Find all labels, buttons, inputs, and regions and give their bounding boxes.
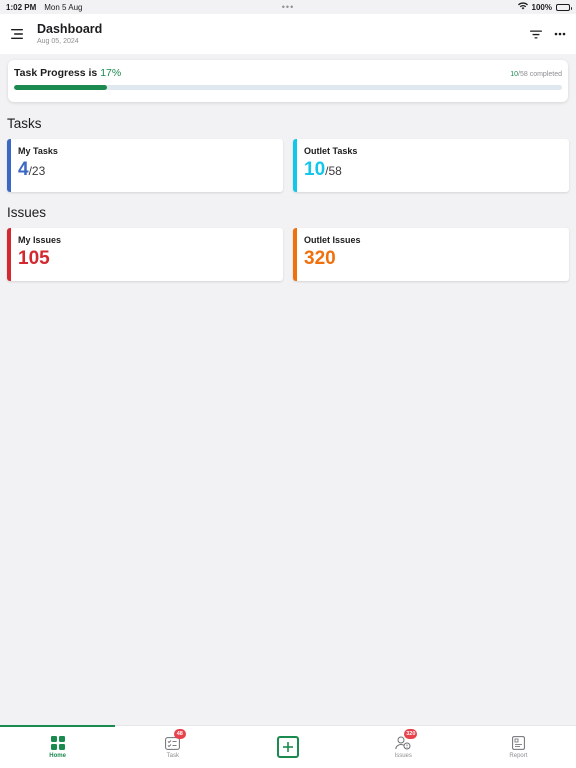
card-total: /23: [28, 164, 46, 178]
status-bar: 1:02 PM Mon 5 Aug ••• 100%: [0, 0, 576, 14]
menu-icon: [11, 29, 23, 39]
wifi-icon: [517, 2, 528, 12]
report-icon: [510, 735, 526, 751]
bottom-tab-bar: Home 48 Task 320 Issues Report: [0, 725, 576, 768]
task-progress-card[interactable]: Task Progress is 17% 10/58 completed: [8, 60, 568, 102]
tab-label: Report: [509, 753, 528, 759]
progress-title: Task Progress is 17%: [14, 67, 121, 79]
tab-label: Task: [166, 753, 179, 759]
progress-bar-fill: [14, 85, 108, 90]
progress-total: /58 completed: [518, 71, 562, 78]
app-header: Dashboard Aug 05, 2024: [0, 14, 576, 54]
outlet-tasks-card[interactable]: Outlet Tasks 10/58: [293, 139, 569, 192]
plus-square-icon: [277, 736, 299, 758]
status-left: 1:02 PM Mon 5 Aug: [6, 3, 82, 12]
card-count: 10: [304, 159, 326, 180]
my-tasks-card[interactable]: My Tasks 4/23: [7, 139, 283, 192]
tab-label: Issues: [394, 753, 412, 759]
card-label: My Tasks: [18, 146, 58, 156]
page-date: Aug 05, 2024: [37, 38, 79, 45]
filter-button[interactable]: [528, 26, 544, 42]
card-value: 4/23: [18, 159, 283, 182]
progress-bar: [14, 85, 562, 90]
grid-icon: [50, 735, 66, 751]
card-value: 10/58: [304, 159, 569, 182]
tab-issues[interactable]: 320 Issues: [346, 726, 461, 768]
outlet-issues-card[interactable]: Outlet Issues 320: [293, 228, 569, 281]
card-value: 105: [18, 248, 283, 270]
tab-task[interactable]: 48 Task: [115, 726, 230, 768]
task-count-badge: 48: [173, 729, 186, 739]
progress-percent: 17%: [100, 67, 122, 79]
card-total: /58: [325, 164, 342, 178]
progress-title-text: Task Progress is: [14, 67, 101, 79]
tab-add[interactable]: [230, 726, 345, 768]
battery-icon: [556, 3, 572, 11]
more-horizontal-icon: [554, 32, 566, 36]
card-label: My Issues: [18, 235, 62, 245]
more-options-button[interactable]: [552, 26, 568, 42]
battery-percent: 100%: [531, 2, 552, 12]
card-value: 320: [304, 248, 569, 270]
multitasking-dots[interactable]: •••: [282, 2, 294, 12]
tab-label: Home: [49, 753, 66, 759]
card-count: 320: [304, 248, 336, 269]
page-title: Dashboard: [37, 22, 103, 36]
card-label: Outlet Issues: [304, 235, 361, 245]
my-issues-card[interactable]: My Issues 105: [7, 228, 283, 281]
tab-home[interactable]: Home: [0, 726, 115, 768]
issues-count-badge: 320: [404, 729, 418, 739]
status-time: 1:02 PM: [6, 2, 37, 12]
status-right: 100%: [517, 2, 572, 12]
header-actions: [528, 26, 568, 42]
progress-header: Task Progress is 17% 10/58 completed: [14, 67, 562, 79]
filter-icon: [530, 30, 542, 38]
issues-section-title: Issues: [7, 205, 47, 220]
status-date: Mon 5 Aug: [44, 2, 83, 12]
progress-completed: 10: [510, 71, 519, 78]
menu-button[interactable]: [0, 16, 36, 52]
title-block: Dashboard Aug 05, 2024: [37, 22, 102, 46]
tab-report[interactable]: Report: [461, 726, 576, 768]
progress-count: 10/58 completed: [510, 71, 562, 78]
tasks-section-title: Tasks: [7, 116, 42, 131]
task-list-icon: 48: [165, 729, 186, 751]
card-label: Outlet Tasks: [304, 146, 358, 156]
card-count: 105: [18, 248, 50, 269]
issues-user-icon: 320: [395, 729, 418, 751]
card-count: 4: [18, 159, 29, 180]
